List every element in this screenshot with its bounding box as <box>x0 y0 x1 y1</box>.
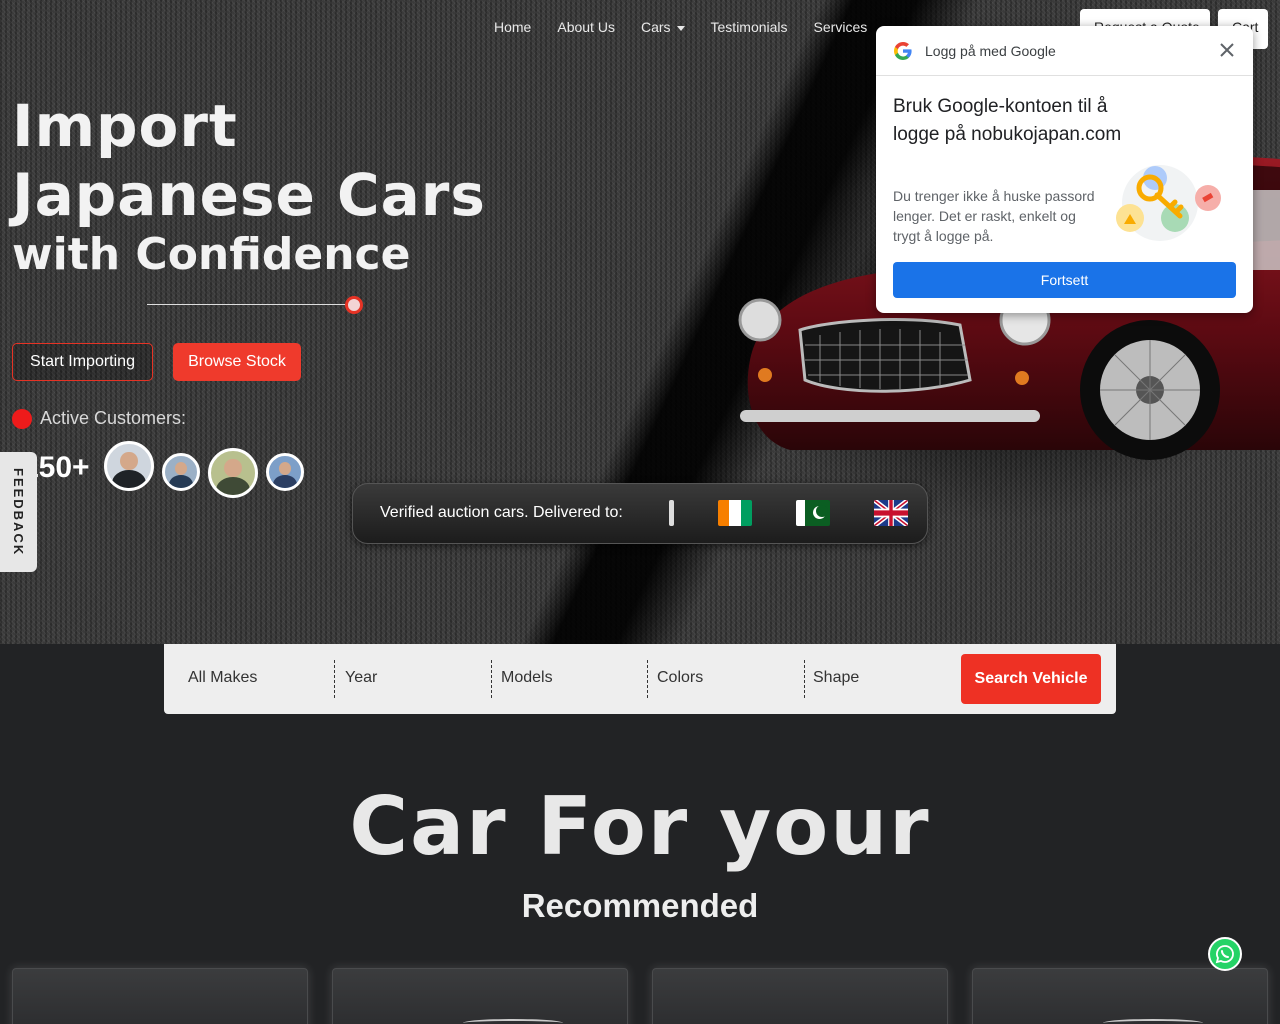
nav-cars-label: Cars <box>640 19 671 35</box>
field-divider <box>491 660 492 698</box>
field-divider <box>647 660 648 698</box>
car-card[interactable] <box>12 968 308 1024</box>
hero-title-line2: Japanese Cars <box>12 160 486 229</box>
customer-avatar <box>104 441 154 491</box>
google-logo-icon <box>894 42 912 60</box>
section-subtitle: Recommended <box>521 887 759 924</box>
pakistan-flag-icon <box>796 500 830 526</box>
start-importing-button[interactable]: Start Importing <box>12 343 153 381</box>
customer-avatar <box>208 448 258 498</box>
united-kingdom-flag-icon <box>874 500 908 526</box>
google-popup-header: Logg på med Google <box>876 26 1253 76</box>
car-card[interactable] <box>332 968 628 1024</box>
nav-about-us[interactable]: About Us <box>557 19 615 35</box>
title-underline-dot <box>345 296 363 314</box>
nav-services[interactable]: Services <box>814 19 868 35</box>
flag-icon <box>669 500 674 526</box>
feedback-tab[interactable]: FEEDBACK <box>0 452 37 572</box>
customer-avatar <box>162 453 200 491</box>
nav-cars-dropdown[interactable]: Cars <box>641 19 685 35</box>
whatsapp-icon[interactable] <box>1208 937 1242 971</box>
title-underline <box>147 304 347 305</box>
caret-down-icon <box>676 25 685 31</box>
hero-title-line1: Import <box>12 92 238 160</box>
key-illustration-icon <box>1116 165 1221 241</box>
main-nav: Home About Us Cars Testimonials Services <box>494 19 893 35</box>
colors-select[interactable]: Colors <box>657 660 703 698</box>
delivered-to-banner: Verified auction cars. Delivered to: <box>352 483 928 544</box>
car-silhouette <box>463 1019 563 1024</box>
feedback-label: FEEDBACK <box>11 467 26 557</box>
nav-home[interactable]: Home <box>494 19 531 35</box>
whatsapp-glyph-icon <box>1215 945 1234 964</box>
section-title: Car For your <box>349 780 931 873</box>
vehicle-search-bar: All Makes Year Models Colors Shape Searc… <box>164 644 1116 714</box>
models-select[interactable]: Models <box>501 660 553 698</box>
car-card[interactable] <box>972 968 1268 1024</box>
field-divider <box>334 660 335 698</box>
car-card[interactable] <box>652 968 948 1024</box>
google-signin-popup: Logg på med Google Bruk Google-kontoen t… <box>876 26 1253 313</box>
hero-title: Import Japanese Cars with Confidence <box>12 96 486 278</box>
browse-stock-button[interactable]: Browse Stock <box>173 343 301 381</box>
customer-avatar <box>266 453 304 491</box>
shape-select[interactable]: Shape <box>813 660 859 698</box>
hero-title-line3: with Confidence <box>12 228 411 280</box>
close-icon[interactable] <box>1216 39 1238 61</box>
google-popup-headline: Bruk Google-kontoen til å logge på nobuk… <box>893 96 1122 145</box>
year-select[interactable]: Year <box>345 660 377 698</box>
search-vehicle-button[interactable]: Search Vehicle <box>961 654 1101 704</box>
google-popup-title: Logg på med Google <box>925 43 1056 59</box>
google-popup-body: Du trenger ikke å huske passord lenger. … <box>893 188 1095 244</box>
field-divider <box>804 660 805 698</box>
nav-testimonials[interactable]: Testimonials <box>711 19 788 35</box>
delivered-to-text: Verified auction cars. Delivered to: <box>380 504 623 521</box>
makes-select[interactable]: All Makes <box>188 660 257 698</box>
cote-divoire-flag-icon <box>718 500 752 526</box>
car-silhouette <box>1103 1019 1203 1024</box>
active-customers-label: Active Customers: <box>40 408 187 428</box>
active-indicator-dot <box>12 409 32 429</box>
google-continue-button[interactable]: Fortsett <box>893 262 1236 298</box>
